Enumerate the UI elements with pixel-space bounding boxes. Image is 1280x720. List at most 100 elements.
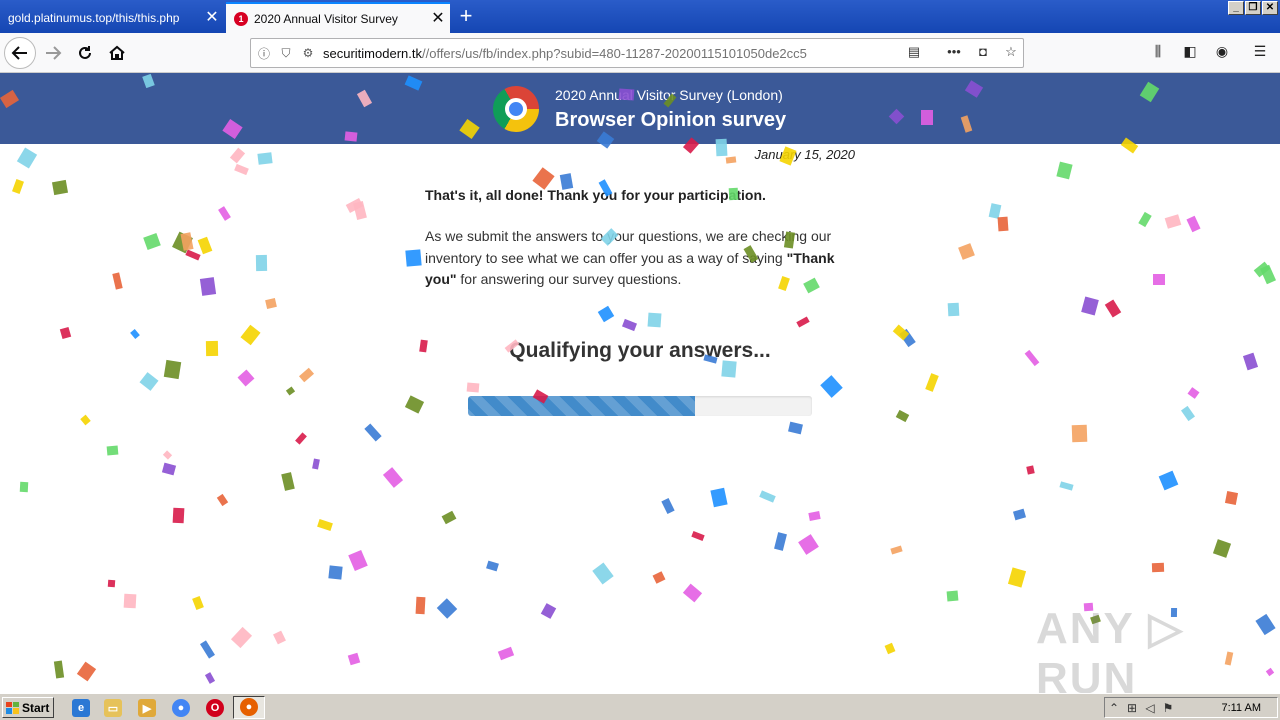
flag-icon[interactable]: ⚑	[1159, 701, 1177, 715]
body-text-1: As we submit the answers to your questio…	[425, 228, 832, 266]
start-button[interactable]: Start	[2, 697, 54, 718]
confetti-piece	[364, 423, 382, 442]
confetti-piece	[257, 152, 273, 165]
minimize-button[interactable]: _	[1228, 1, 1244, 15]
confetti-piece	[925, 373, 939, 392]
page-actions-icon[interactable]: •••	[944, 44, 964, 64]
info-icon[interactable]: ⓘ	[255, 45, 273, 62]
confetti-piece	[130, 329, 140, 339]
reader-view-icon[interactable]: ▤	[904, 44, 924, 64]
back-button[interactable]	[4, 37, 36, 69]
confetti-piece	[265, 297, 277, 310]
home-button[interactable]	[102, 38, 132, 68]
restore-button[interactable]: ❐	[1245, 1, 1261, 15]
qualifying-heading: Qualifying your answers...	[509, 339, 771, 362]
confetti-piece	[80, 414, 91, 426]
file-explorer-icon[interactable]: ▭	[104, 699, 122, 717]
confetti-piece	[348, 549, 368, 572]
confetti-piece	[328, 565, 343, 580]
done-message: That's it, all done! Thank you for your …	[425, 187, 766, 203]
confetti-piece	[139, 372, 159, 391]
confetti-piece	[172, 507, 185, 524]
confetti-piece	[486, 560, 499, 572]
confetti-piece	[53, 660, 65, 679]
address-bar[interactable]: ⓘ ⛉ ⚙ securitimodern.tk//offers/us/fb/in…	[250, 38, 1024, 68]
url-domain: securitimodern.tk	[323, 45, 422, 61]
firefox-taskbar-button[interactable]: ●	[233, 696, 265, 719]
confetti-piece	[382, 467, 404, 488]
sidebar-icon[interactable]: ◧	[1180, 43, 1200, 63]
confetti-piece	[1071, 424, 1088, 443]
opera-icon[interactable]: O	[206, 699, 224, 717]
confetti-piece	[884, 642, 896, 655]
forward-button[interactable]	[38, 38, 68, 68]
confetti-piece	[255, 254, 268, 272]
pocket-icon[interactable]: ◘	[973, 44, 993, 64]
home-icon	[109, 45, 125, 60]
tab-strip: gold.platinumus.top/this/this.php ✕ 1 20…	[0, 0, 1280, 33]
confetti-piece	[163, 359, 182, 380]
volume-icon[interactable]: ◁	[1141, 701, 1159, 715]
confetti-piece	[216, 493, 229, 507]
confetti-piece	[281, 472, 295, 491]
confetti-piece	[1212, 539, 1232, 558]
confetti-piece	[1187, 387, 1200, 399]
confetti-piece	[234, 163, 249, 176]
reload-button[interactable]	[70, 38, 100, 68]
tab-gold-platinumus[interactable]: gold.platinumus.top/this/this.php ✕	[0, 2, 224, 33]
confetti-piece	[1081, 296, 1099, 316]
progress-bar-fill	[468, 396, 696, 416]
body-message: As we submit the answers to your questio…	[425, 226, 865, 291]
account-icon[interactable]: ◉	[1212, 43, 1232, 63]
confetti-piece	[808, 511, 821, 521]
confetti-piece	[237, 369, 255, 387]
chrome-logo-icon	[493, 86, 539, 132]
confetti-piece	[19, 481, 29, 493]
taskbar: Start e ▭ ▶ ● O ● ⌃ ⊞ ◁ ⚑ 7:11 AM	[0, 693, 1280, 720]
confetti-piece	[691, 531, 705, 541]
navigation-bar: ⓘ ⛉ ⚙ securitimodern.tk//offers/us/fb/in…	[0, 33, 1280, 73]
confetti-piece	[946, 590, 959, 602]
chrome-icon[interactable]: ●	[172, 699, 190, 717]
menu-icon[interactable]: ☰	[1250, 43, 1270, 63]
confetti-piece	[229, 147, 246, 164]
firefox-icon: ●	[240, 698, 258, 716]
tab-visitor-survey[interactable]: 1 2020 Annual Visitor Survey ✕	[226, 2, 450, 33]
confetti-piece	[788, 421, 803, 435]
confetti-piece	[647, 312, 662, 328]
bookmark-star-icon[interactable]: ☆	[1001, 44, 1021, 64]
confetti-piece	[200, 640, 215, 659]
confetti-piece	[1007, 567, 1027, 588]
library-icon[interactable]: ⫼	[1148, 43, 1168, 63]
close-window-button[interactable]: ✕	[1262, 1, 1278, 15]
close-icon[interactable]: ✕	[200, 9, 224, 26]
tab-title: gold.platinumus.top/this/this.php	[8, 10, 180, 25]
confetti-piece	[621, 318, 638, 332]
network-icon[interactable]: ⊞	[1123, 701, 1141, 715]
confetti-piece	[112, 272, 123, 290]
media-player-icon[interactable]: ▶	[138, 699, 156, 717]
confetti-piece	[890, 545, 903, 555]
confetti-piece	[559, 173, 574, 190]
anyrun-watermark: ANY ▷ RUN	[1036, 604, 1185, 693]
confetti-piece	[1138, 211, 1152, 228]
confetti-piece	[312, 458, 320, 470]
confetti-piece	[204, 672, 216, 684]
notification-badge-icon: 1	[234, 11, 248, 26]
permissions-icon[interactable]: ⚙	[299, 46, 317, 60]
url-text[interactable]: securitimodern.tk//offers/us/fb/index.ph…	[323, 46, 807, 61]
confetti-piece	[796, 316, 810, 328]
confetti-piece	[192, 595, 204, 611]
internet-explorer-icon[interactable]: e	[72, 699, 90, 717]
confetti-piece	[921, 110, 933, 125]
window-controls: _ ❐ ✕	[1228, 1, 1278, 15]
new-tab-button[interactable]: +	[454, 5, 478, 29]
confetti-piece	[592, 562, 614, 585]
confetti-piece	[106, 445, 119, 456]
confetti-piece	[1024, 349, 1040, 367]
shield-icon[interactable]: ⛉	[277, 46, 295, 61]
reload-icon	[79, 46, 91, 59]
close-icon[interactable]: ✕	[426, 10, 450, 27]
confetti-piece	[895, 409, 910, 423]
chevron-up-icon[interactable]: ⌃	[1105, 701, 1123, 715]
